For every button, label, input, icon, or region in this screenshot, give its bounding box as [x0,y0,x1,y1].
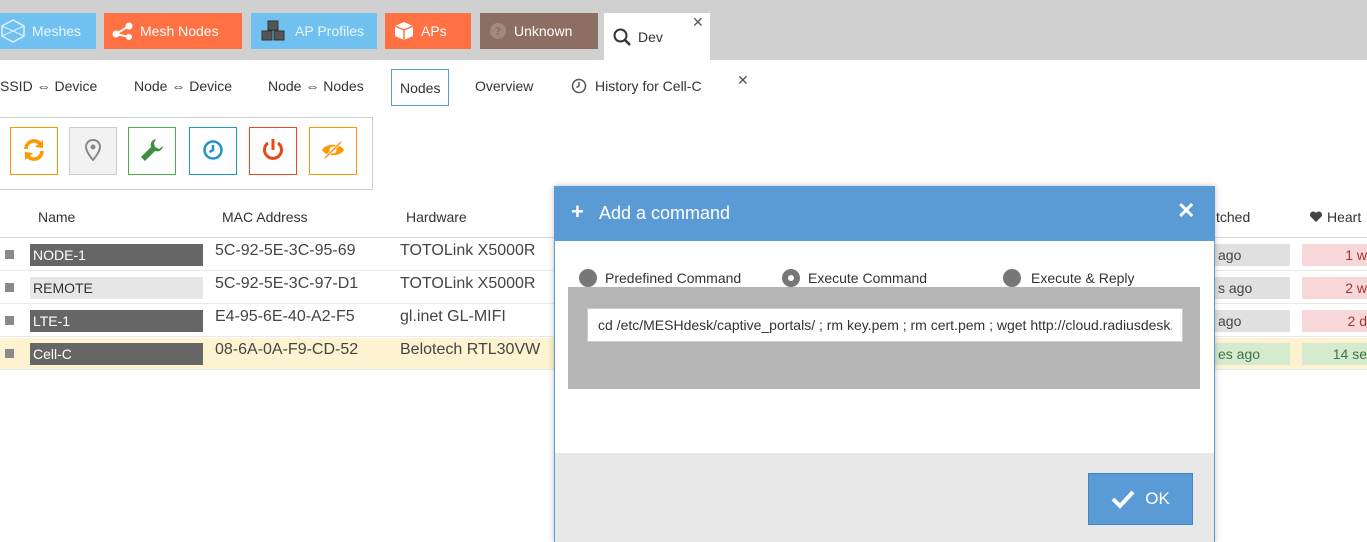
row-last-contact: ago [1214,310,1290,332]
add-command-dialog: + Add a command ✕ Predefined Command Exe… [554,186,1215,542]
command-field-container [568,287,1200,389]
plus-icon: + [571,199,584,224]
column-name[interactable]: Name [38,209,75,225]
reload-button[interactable] [10,127,58,175]
row-heartbeat: 1 w [1302,244,1367,266]
row-name: LTE-1 [30,310,203,332]
row-mac: 08-6A-0A-F9-CD-52 [215,341,359,358]
row-mac: E4-95-6E-40-A2-F5 [215,308,355,325]
main-tab-bar: Meshes Mesh Nodes AP Profiles APs ? Unkn… [0,0,1367,60]
row-mac: 5C-92-5E-3C-95-69 [215,242,356,259]
radio-label: Execute Command [808,270,928,286]
map-button[interactable] [69,127,117,175]
tab-ssid-device[interactable]: SSID ⇔ Device [0,78,97,94]
dialog-title: Add a command [599,203,731,223]
check-icon [1111,489,1135,509]
tab-overview[interactable]: Overview [475,78,533,94]
tab-meshes-label: Meshes [32,23,82,39]
tab-history-label: History for Cell-C [595,78,702,94]
column-mac[interactable]: MAC Address [222,209,308,225]
search-icon [612,27,632,47]
share-nodes-icon [112,21,134,41]
row-heartbeat: 14 se [1302,343,1367,365]
power-button[interactable] [249,127,297,175]
row-heartbeat: 2 w [1302,277,1367,299]
sub-tab-bar: SSID ⇔ Device Node ⇔ Device Node ⇔ Nodes… [0,60,1367,116]
tab-aps[interactable]: APs [385,13,471,49]
tab-ap-profiles-label: AP Profiles [295,23,364,39]
row-name: Cell-C [30,343,203,365]
tab-dev-label: Dev [638,28,663,45]
row-hardware: TOTOLink X5000R [400,275,536,292]
tab-unknown[interactable]: ? Unknown [480,13,598,49]
map-marker-icon [84,138,102,164]
row-mac: 5C-92-5E-3C-97-D1 [215,275,359,292]
tab-node-nodes[interactable]: Node ⇔ Nodes [268,78,364,94]
row-hardware: gl.inet GL-MIFI [400,308,506,325]
tab-ap-profiles[interactable]: AP Profiles [251,13,377,49]
radio-execute-command[interactable]: Execute Command [782,269,927,287]
column-heartbeat-label: Heart [1327,209,1362,225]
tab-aps-label: APs [421,23,447,39]
tab-mesh-nodes-label: Mesh Nodes [140,23,219,39]
history-button[interactable] [189,127,237,175]
radio-label: Execute & Reply [1031,270,1135,286]
expand-icon[interactable] [5,349,14,358]
ok-label: OK [1145,489,1170,508]
radio-predefined-command[interactable]: Predefined Command [579,269,741,287]
row-last-contact: s ago [1214,277,1290,299]
tab-history[interactable]: History for Cell-C [571,78,702,94]
eye-slash-icon [320,140,346,163]
row-name: REMOTE [30,277,203,299]
heartbeat-icon [1309,211,1323,223]
meshes-icon [0,18,26,44]
radio-unchecked-icon [579,269,597,287]
row-name: NODE-1 [30,244,203,266]
ok-button[interactable]: OK [1088,473,1193,525]
dialog-footer: OK [555,453,1214,542]
expand-icon[interactable] [5,250,14,259]
tab-unknown-label: Unknown [514,23,573,39]
hide-button[interactable] [309,127,357,175]
power-icon [261,138,285,165]
tab-nodes[interactable]: Nodes [391,69,450,106]
question-icon: ? [488,21,508,41]
row-last-contact: ago [1214,244,1290,266]
tab-meshes[interactable]: Meshes [0,13,96,49]
expand-icon[interactable] [5,283,14,292]
radio-checked-icon [782,269,800,287]
dialog-header: + Add a command ✕ [555,187,1214,241]
clock-icon [571,78,587,94]
radio-unchecked-icon [1003,269,1021,287]
tab-node-device[interactable]: Node ⇔ Device [134,78,232,94]
configure-button[interactable] [128,127,176,175]
radio-execute-reply[interactable]: Execute & Reply [1003,269,1135,287]
tab-mesh-nodes[interactable]: Mesh Nodes [104,13,242,49]
row-heartbeat: 2 d [1302,310,1367,332]
cubes-icon [259,20,289,42]
close-icon[interactable]: ✕ [692,14,704,31]
column-hardware[interactable]: Hardware [406,209,467,225]
svg-text:?: ? [495,25,501,38]
clock-icon [202,139,224,164]
cube-icon [393,20,415,42]
column-heartbeat[interactable]: Heart [1309,209,1361,225]
command-input[interactable] [587,308,1183,342]
tab-nodes-label: Nodes [400,79,441,96]
row-last-contact: es ago [1214,343,1290,365]
reload-icon [22,138,46,165]
row-hardware: Belotech RTL30VW [400,341,541,358]
row-hardware: TOTOLink X5000R [400,242,536,259]
expand-icon[interactable] [5,316,14,325]
column-last-contact[interactable]: tched [1216,209,1250,225]
node-toolbar [0,117,373,190]
close-icon[interactable]: ✕ [737,72,749,89]
wrench-icon [139,137,165,166]
close-icon[interactable]: ✕ [1177,200,1195,222]
radio-label: Predefined Command [605,270,742,286]
